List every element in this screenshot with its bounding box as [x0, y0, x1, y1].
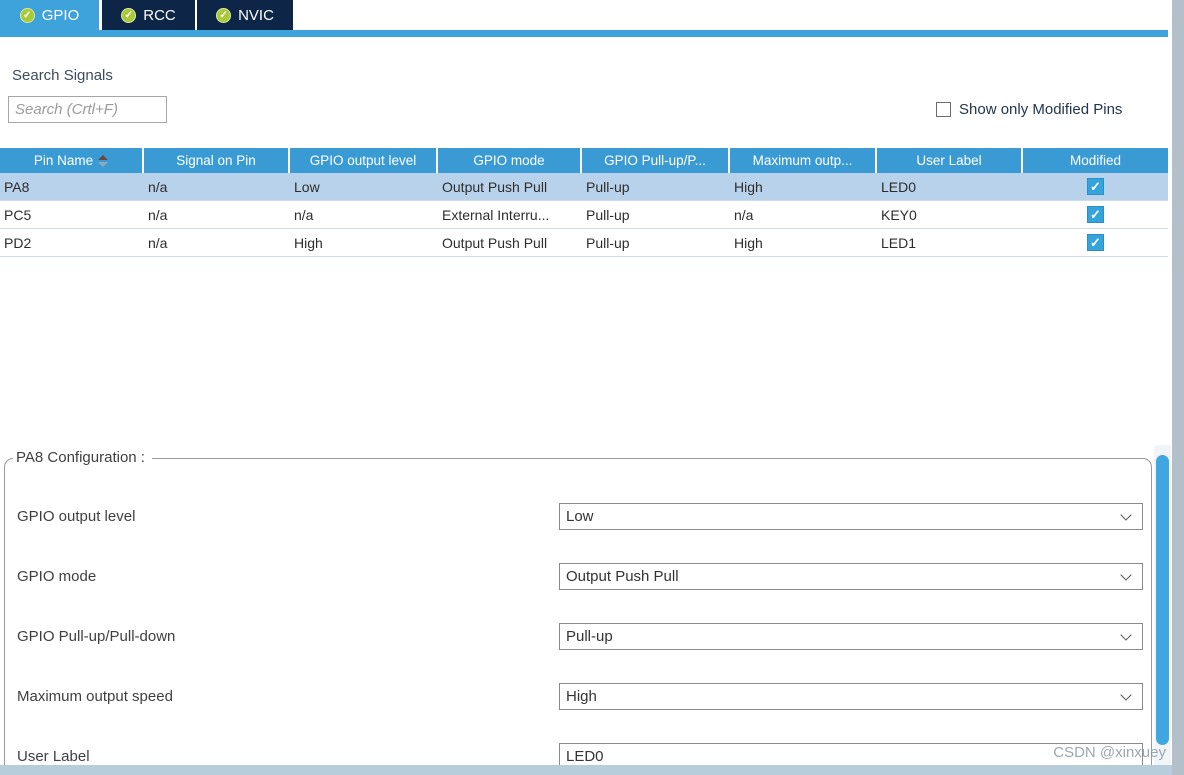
- column-header-label: Pin Name: [33, 153, 94, 168]
- cell-signal-on-pin: n/a: [148, 206, 168, 223]
- column-header-gpio-output-level[interactable]: GPIO output level: [290, 148, 436, 173]
- pin-table-header: Pin Name Signal on Pin GPIO output level…: [0, 148, 1168, 173]
- search-input[interactable]: [8, 96, 167, 123]
- table-row-pc5[interactable]: PC5 n/a n/a External Interru... Pull-up …: [0, 201, 1168, 229]
- cell-gpio-pull: Pull-up: [586, 234, 630, 251]
- gpio-pull-label: GPIO Pull-up/Pull-down: [17, 628, 176, 645]
- tab-underline: [0, 30, 1168, 37]
- gpio-mode-label: GPIO mode: [17, 568, 97, 585]
- check-circle-icon: ✓: [216, 7, 232, 23]
- cell-gpio-mode: Output Push Pull: [442, 234, 548, 251]
- cell-gpio-pull: Pull-up: [586, 178, 630, 195]
- vertical-scrollbar-track[interactable]: [1154, 445, 1171, 775]
- cell-user-label: KEY0: [881, 206, 917, 223]
- sort-ascending-icon: [98, 154, 109, 167]
- checkbox-checked-icon[interactable]: ✓: [1087, 234, 1104, 251]
- column-header-gpio-pull[interactable]: GPIO Pull-up/P...: [582, 148, 728, 173]
- cell-gpio-output-level: Low: [294, 178, 320, 195]
- window-edge-strip: [1172, 0, 1184, 775]
- gpio-output-level-select[interactable]: Low: [559, 503, 1143, 530]
- search-signals-label: Search Signals: [12, 67, 113, 84]
- cell-gpio-pull: Pull-up: [586, 206, 630, 223]
- checkbox-unchecked-icon[interactable]: [936, 101, 951, 117]
- tab-nvic[interactable]: ✓ NVIC: [197, 0, 293, 30]
- chevron-down-icon: [1120, 688, 1132, 701]
- cell-signal-on-pin: n/a: [148, 178, 168, 195]
- chevron-down-icon: [1120, 508, 1132, 521]
- cell-max-output: n/a: [734, 206, 754, 223]
- selected-value: High: [566, 688, 597, 705]
- checkbox-checked-icon[interactable]: ✓: [1087, 206, 1104, 223]
- cell-user-label: LED0: [881, 178, 917, 195]
- cell-user-label: LED1: [881, 234, 917, 251]
- table-row-pa8[interactable]: PA8 n/a Low Output Push Pull Pull-up Hig…: [0, 173, 1168, 201]
- column-header-user-label[interactable]: User Label: [877, 148, 1021, 173]
- cell-gpio-mode: External Interru...: [442, 206, 550, 223]
- selected-value: Output Push Pull: [566, 568, 679, 585]
- column-header-gpio-mode[interactable]: GPIO mode: [438, 148, 580, 173]
- cell-gpio-mode: Output Push Pull: [442, 178, 548, 195]
- selected-value: Low: [566, 508, 594, 525]
- chevron-down-icon: [1120, 568, 1132, 581]
- show-only-modified-pins[interactable]: Show only Modified Pins: [936, 100, 1122, 118]
- max-output-speed-label: Maximum output speed: [17, 688, 173, 705]
- gpio-output-level-label: GPIO output level: [17, 508, 136, 525]
- tab-label: NVIC: [238, 6, 274, 24]
- selected-value: Pull-up: [566, 628, 613, 645]
- max-output-speed-select[interactable]: High: [559, 683, 1143, 710]
- bottom-divider-bar: [0, 765, 1172, 775]
- cell-pin-name: PC5: [4, 206, 32, 223]
- pin-table: Pin Name Signal on Pin GPIO output level…: [0, 148, 1168, 257]
- cell-pin-name: PD2: [4, 234, 32, 251]
- gpio-mode-select[interactable]: Output Push Pull: [559, 563, 1143, 590]
- pa8-configuration-legend: PA8 Configuration :: [13, 449, 152, 466]
- tab-label: RCC: [143, 6, 176, 24]
- column-header-modified[interactable]: Modified: [1023, 148, 1168, 173]
- pa8-configuration-panel: PA8 Configuration : GPIO output level Lo…: [4, 449, 1152, 775]
- check-circle-icon: ✓: [121, 7, 137, 23]
- show-only-modified-pins-label: Show only Modified Pins: [959, 100, 1123, 118]
- cell-max-output: High: [734, 178, 763, 195]
- cell-gpio-output-level: High: [294, 234, 323, 251]
- column-header-max-output[interactable]: Maximum outp...: [730, 148, 875, 173]
- tab-gpio[interactable]: ✓ GPIO: [0, 0, 99, 30]
- table-row-pd2[interactable]: PD2 n/a High Output Push Pull Pull-up Hi…: [0, 229, 1168, 257]
- column-header-pin-name[interactable]: Pin Name: [0, 148, 142, 173]
- column-header-signal-on-pin[interactable]: Signal on Pin: [144, 148, 288, 173]
- cell-gpio-output-level: n/a: [294, 206, 314, 223]
- vertical-scrollbar-thumb[interactable]: [1156, 455, 1169, 745]
- tab-label: GPIO: [41, 6, 80, 24]
- checkbox-checked-icon[interactable]: ✓: [1087, 178, 1104, 195]
- cell-max-output: High: [734, 234, 763, 251]
- cell-pin-name: PA8: [4, 178, 30, 195]
- gpio-pull-select[interactable]: Pull-up: [559, 623, 1143, 650]
- chevron-down-icon: [1120, 628, 1132, 641]
- tab-rcc[interactable]: ✓ RCC: [102, 0, 195, 30]
- cell-signal-on-pin: n/a: [148, 234, 168, 251]
- check-circle-icon: ✓: [19, 7, 35, 23]
